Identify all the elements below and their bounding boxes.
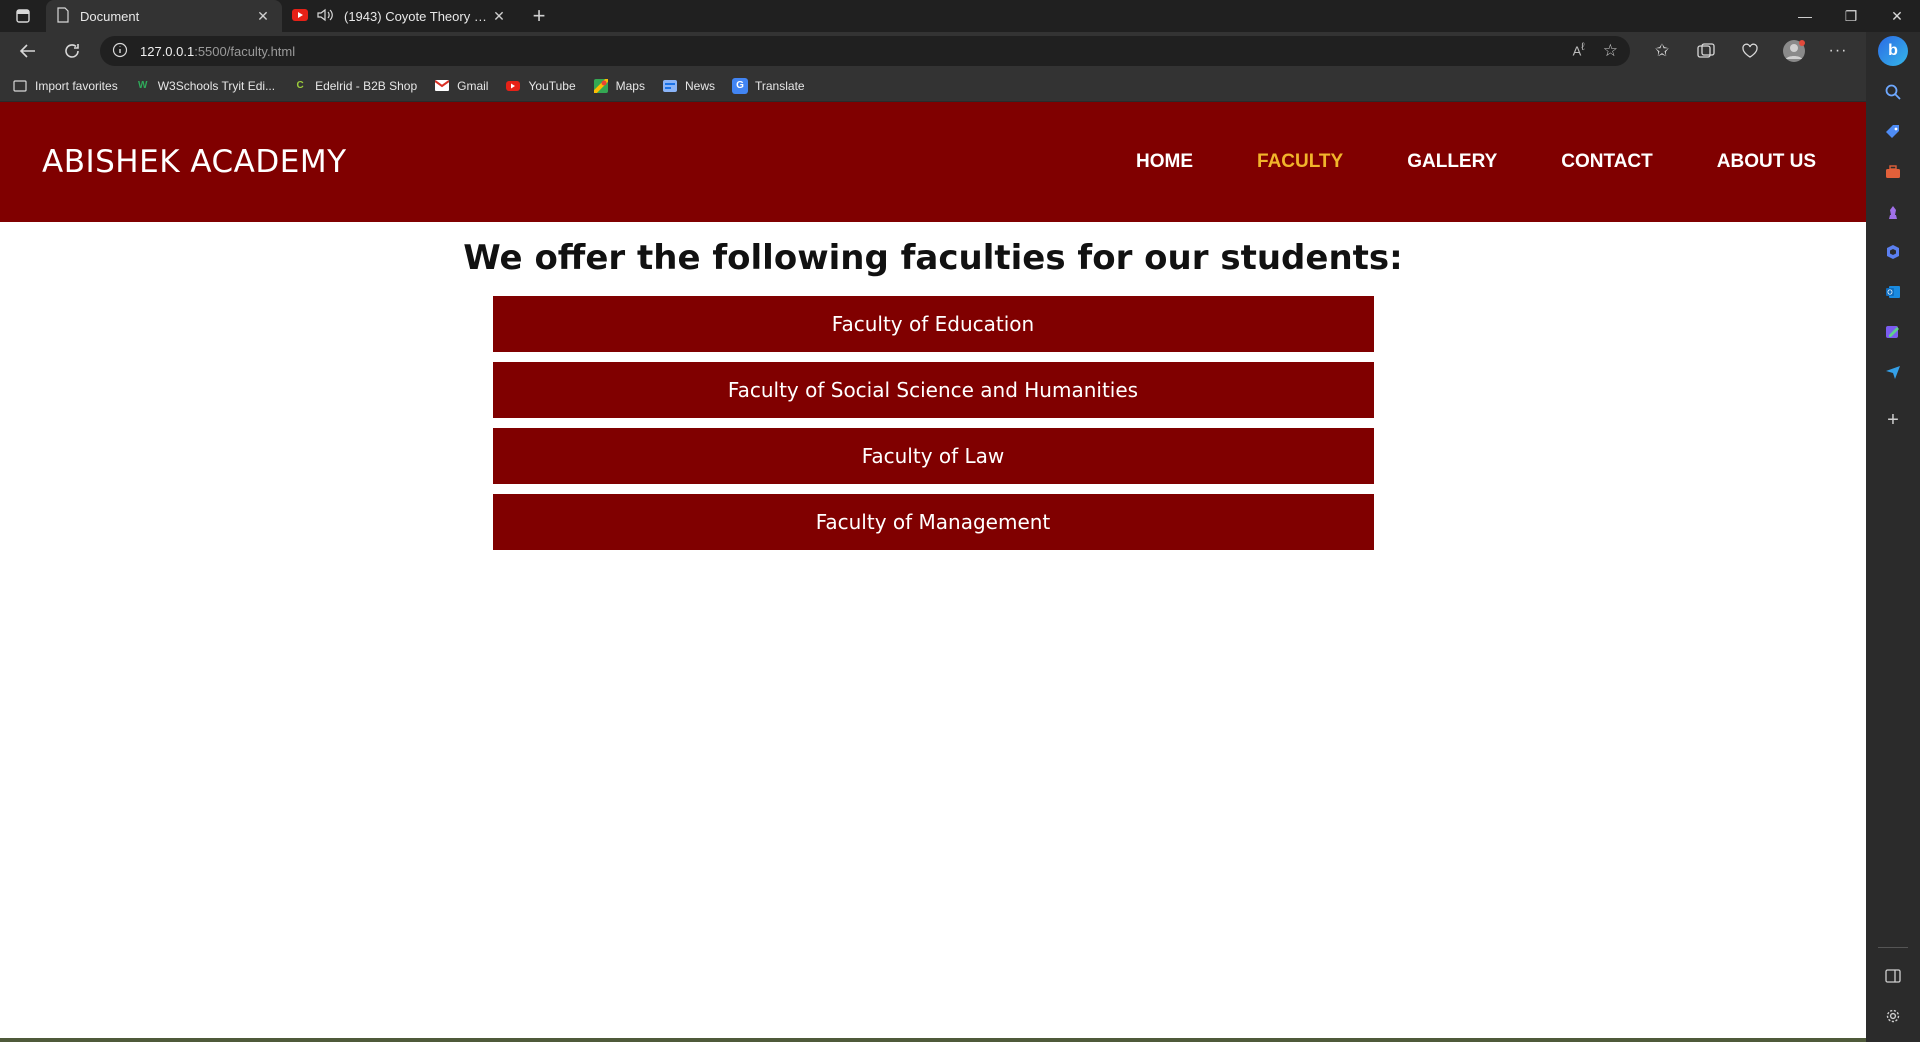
youtube-icon: [292, 8, 308, 24]
tab-title: Document: [80, 8, 140, 24]
edge-sidebar: b O +: [1866, 32, 1920, 1042]
back-icon[interactable]: [6, 33, 50, 69]
edelrid-icon: C: [296, 80, 304, 91]
tab-actions-icon[interactable]: [0, 0, 46, 32]
bookmark-w3schools[interactable]: W W3Schools Tryit Edi...: [135, 78, 275, 94]
bookmark-youtube[interactable]: YouTube: [505, 78, 576, 94]
minimize-icon[interactable]: —: [1782, 0, 1828, 32]
copilot-icon[interactable]: b: [1878, 36, 1908, 66]
bookmark-maps[interactable]: Maps: [593, 78, 645, 94]
news-icon: [662, 78, 678, 94]
tab-title: (1943) Coyote Theory - This: [344, 8, 490, 24]
url-path: :5500/faculty.html: [194, 43, 296, 59]
site-info-icon[interactable]: [112, 42, 128, 61]
bookmark-label: News: [684, 78, 715, 93]
tools-briefcase-icon[interactable]: [1873, 152, 1913, 192]
address-bar[interactable]: 127.0.0.1:5500/faculty.html Aℓ ☆: [100, 36, 1630, 66]
bookmark-news[interactable]: News: [662, 78, 715, 94]
more-options-icon[interactable]: ···: [1816, 33, 1860, 69]
site-header: ABISHEK ACADEMY HOME FACULTY GALLERY CON…: [0, 102, 1866, 222]
restore-icon[interactable]: ❐: [1828, 0, 1874, 32]
translate-icon: G: [732, 77, 748, 94]
tab-document[interactable]: Document ✕: [46, 0, 282, 32]
settings-gear-icon[interactable]: [1873, 996, 1913, 1036]
nav-home[interactable]: HOME: [1136, 151, 1193, 173]
outlook-icon[interactable]: O: [1873, 272, 1913, 312]
site-nav: HOME FACULTY GALLERY CONTACT ABOUT US: [1136, 151, 1816, 173]
bookmark-translate[interactable]: G Translate: [732, 77, 805, 94]
svg-text:O: O: [1887, 290, 1893, 297]
collections-icon[interactable]: [1684, 33, 1728, 69]
bookmark-label: Gmail: [457, 78, 489, 93]
add-sidebar-app-icon[interactable]: +: [1873, 400, 1913, 440]
read-aloud-icon[interactable]: Aℓ: [1573, 41, 1585, 61]
window-controls: — ❐ ✕: [1782, 0, 1920, 32]
desktop-background-strip: [0, 1038, 1866, 1042]
close-tab-icon[interactable]: ✕: [490, 8, 508, 25]
bookmark-label: Translate: [755, 78, 805, 93]
bookmark-label: Maps: [615, 78, 645, 93]
w3schools-icon: W: [137, 80, 148, 91]
shopping-tag-icon[interactable]: [1873, 112, 1913, 152]
maps-icon: [593, 78, 609, 94]
youtube-icon: [505, 78, 521, 94]
designer-icon[interactable]: [1873, 312, 1913, 352]
faculty-item-social-science[interactable]: Faculty of Social Science and Humanities: [492, 362, 1374, 418]
close-tab-icon[interactable]: ✕: [254, 8, 272, 25]
refresh-icon[interactable]: [50, 33, 94, 69]
url-host: 127.0.0.1: [140, 43, 195, 59]
faculty-item-management[interactable]: Faculty of Management: [492, 494, 1374, 550]
browser-essentials-icon[interactable]: [1728, 33, 1772, 69]
bookmark-label: Edelrid - B2B Shop: [315, 78, 418, 93]
favorite-star-icon[interactable]: ☆: [1603, 41, 1618, 61]
search-icon[interactable]: [1873, 72, 1913, 112]
bookmark-import-favorites[interactable]: Import favorites: [12, 78, 118, 94]
bookmarks-bar: Import favorites W W3Schools Tryit Edi..…: [0, 70, 1866, 102]
site-brand[interactable]: ABISHEK ACADEMY: [42, 144, 347, 180]
bookmark-label: Import favorites: [35, 78, 118, 93]
tab-strip: Document ✕ (1943) Coyote Theory - This ✕…: [0, 0, 1920, 32]
bookmark-gmail[interactable]: Gmail: [434, 78, 488, 94]
tab-youtube[interactable]: (1943) Coyote Theory - This ✕: [282, 0, 518, 32]
gmail-icon: [434, 78, 450, 94]
bookmark-label: YouTube: [528, 78, 576, 93]
drop-send-icon[interactable]: [1873, 352, 1913, 392]
import-icon: [12, 78, 28, 94]
browser-toolbar: 127.0.0.1:5500/faculty.html Aℓ ☆ ✩ ···: [0, 32, 1866, 70]
bookmark-edelrid[interactable]: C Edelrid - B2B Shop: [292, 78, 417, 94]
profile-avatar-icon[interactable]: [1772, 33, 1816, 69]
faculty-list: Faculty of Education Faculty of Social S…: [492, 296, 1374, 550]
faculty-item-education[interactable]: Faculty of Education: [492, 296, 1374, 352]
nav-contact[interactable]: CONTACT: [1561, 151, 1652, 173]
page-viewport: ABISHEK ACADEMY HOME FACULTY GALLERY CON…: [0, 102, 1866, 1038]
page-icon: [56, 6, 70, 26]
bookmark-label: W3Schools Tryit Edi...: [157, 78, 276, 93]
faculty-item-law[interactable]: Faculty of Law: [492, 428, 1374, 484]
microsoft-365-icon[interactable]: [1873, 232, 1913, 272]
nav-faculty[interactable]: FACULTY: [1257, 151, 1343, 173]
speaker-icon[interactable]: [316, 8, 334, 25]
favorites-icon[interactable]: ✩: [1640, 33, 1684, 69]
nav-gallery[interactable]: GALLERY: [1407, 151, 1497, 173]
sidebar-divider: [1878, 947, 1908, 948]
nav-about-us[interactable]: ABOUT US: [1717, 151, 1816, 173]
browser-window: Document ✕ (1943) Coyote Theory - This ✕…: [0, 0, 1920, 1042]
hide-sidebar-icon[interactable]: [1873, 956, 1913, 996]
games-chess-icon[interactable]: [1873, 192, 1913, 232]
close-window-icon[interactable]: ✕: [1874, 0, 1920, 32]
new-tab-icon[interactable]: +: [524, 0, 554, 32]
page-title: We offer the following faculties for our…: [463, 238, 1403, 278]
